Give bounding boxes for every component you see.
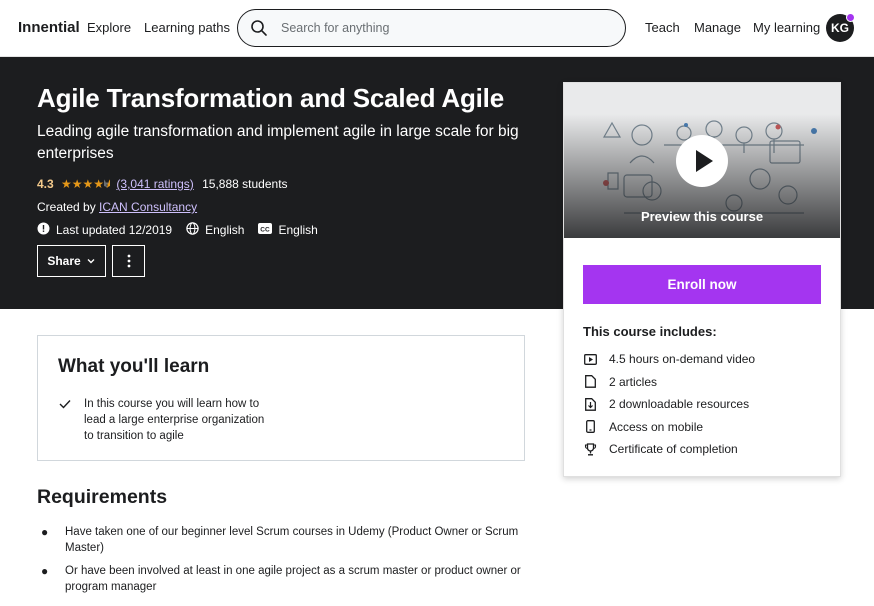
preview-label[interactable]: Preview this course xyxy=(564,209,840,224)
learn-title: What you'll learn xyxy=(58,356,210,377)
checkmark-icon xyxy=(59,400,71,409)
course-captions: CC English xyxy=(258,223,318,237)
includes-text: 4.5 hours on-demand video xyxy=(609,352,756,367)
includes-list: 4.5 hours on-demand video 2 articles 2 d… xyxy=(583,348,755,461)
search-icon[interactable] xyxy=(250,19,268,37)
trophy-icon xyxy=(583,442,597,456)
last-updated-text: Last updated 12/2019 xyxy=(56,223,173,237)
closed-captions-icon: CC xyxy=(258,223,273,237)
author-link[interactable]: ICAN Consultancy xyxy=(99,200,197,214)
alert-badge-icon xyxy=(37,222,50,238)
requirements-list: ● Have taken one of our beginner level S… xyxy=(37,524,527,602)
search-input[interactable]: Search for anything xyxy=(281,21,389,35)
mobile-icon xyxy=(583,420,597,434)
more-vertical-icon xyxy=(127,254,130,268)
video-icon xyxy=(583,352,597,366)
what-youll-learn-box: What you'll learn In this course you wil… xyxy=(37,335,525,461)
bullet-icon: ● xyxy=(41,564,49,578)
notification-dot xyxy=(846,13,855,22)
play-icon xyxy=(696,150,713,172)
enroll-button[interactable]: Enroll now xyxy=(583,265,821,304)
course-sidebar-card: Preview this course Enroll now This cour… xyxy=(563,82,841,477)
rating-row: 4.3 ★★★★★★ (3,041 ratings) 15,888 studen… xyxy=(37,177,288,191)
created-by: Created by ICAN Consultancy xyxy=(37,200,197,214)
share-label: Share xyxy=(47,254,81,268)
requirements-title: Requirements xyxy=(37,486,168,508)
learn-item: In this course you will learn how to lea… xyxy=(84,398,265,442)
globe-icon xyxy=(186,222,199,238)
nav-my-learning[interactable]: My learning xyxy=(753,20,820,35)
requirement-text: Have taken one of our beginner level Scr… xyxy=(65,526,519,554)
play-button[interactable] xyxy=(676,135,728,187)
includes-text: 2 downloadable resources xyxy=(609,397,750,412)
includes-item: 2 articles xyxy=(583,371,755,394)
download-icon xyxy=(583,397,597,411)
ratings-count-link[interactable]: (3,041 ratings) xyxy=(116,177,193,191)
brand-logo[interactable]: Innential xyxy=(18,19,80,36)
students-count: 15,888 students xyxy=(202,177,288,191)
nav-teach[interactable]: Teach xyxy=(645,20,680,35)
more-options-button[interactable] xyxy=(112,245,145,277)
rating-value: 4.3 xyxy=(37,177,54,191)
requirement-item: ● Or have been involved at least in one … xyxy=(37,563,527,595)
nav-explore[interactable]: Explore xyxy=(87,20,131,35)
nav-manage[interactable]: Manage xyxy=(694,20,741,35)
course-language: English xyxy=(186,222,244,238)
bullet-icon: ● xyxy=(41,525,49,539)
includes-item: 4.5 hours on-demand video xyxy=(583,348,755,371)
file-icon xyxy=(583,375,597,389)
avatar[interactable]: KG xyxy=(826,13,855,42)
share-button[interactable]: Share xyxy=(37,245,106,277)
includes-item: 2 downloadable resources xyxy=(583,393,755,416)
includes-text: Certificate of completion xyxy=(609,442,738,457)
course-meta: Last updated 12/2019 English CC English xyxy=(37,222,332,238)
language-text: English xyxy=(205,223,245,237)
rating-stars-icon: ★★★★★★ xyxy=(61,177,111,191)
search-bar[interactable]: Search for anything xyxy=(237,9,626,47)
includes-title: This course includes: xyxy=(583,324,717,339)
requirement-item: ● Have taken one of our beginner level S… xyxy=(37,524,527,556)
chevron-down-icon xyxy=(87,259,95,264)
avatar-initials: KG xyxy=(831,21,849,35)
includes-item: Access on mobile xyxy=(583,416,755,439)
svg-text:CC: CC xyxy=(261,226,271,233)
includes-text: Access on mobile xyxy=(609,419,704,434)
includes-text: 2 articles xyxy=(609,374,658,389)
captions-text: English xyxy=(278,223,318,237)
includes-item: Certificate of completion xyxy=(583,438,755,461)
requirement-text: Or have been involved at least in one ag… xyxy=(65,565,521,593)
last-updated: Last updated 12/2019 xyxy=(37,222,172,238)
top-navigation: Innential Explore Learning paths Search … xyxy=(0,0,874,57)
course-preview[interactable]: Preview this course xyxy=(564,83,840,238)
course-title: Agile Transformation and Scaled Agile xyxy=(37,83,504,113)
course-subtitle: Leading agile transformation and impleme… xyxy=(37,123,519,162)
nav-learning-paths[interactable]: Learning paths xyxy=(144,20,230,35)
created-by-label: Created by xyxy=(37,200,96,214)
